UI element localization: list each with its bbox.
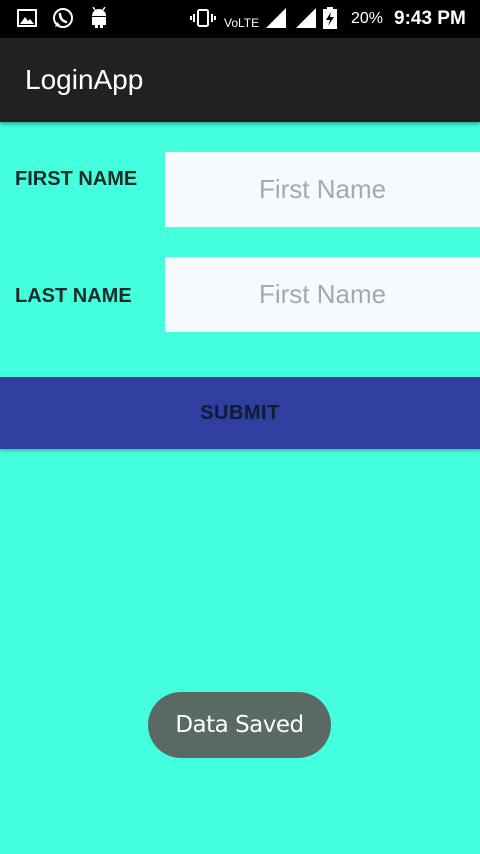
last-name-label: LAST NAME <box>15 285 132 307</box>
clock: 9:43 PM <box>394 8 466 29</box>
gallery-icon <box>16 7 38 29</box>
battery-charging-icon <box>322 7 338 29</box>
android-icon <box>88 7 110 29</box>
first-name-label: FIRST NAME <box>15 168 138 190</box>
last-name-input[interactable] <box>165 257 480 332</box>
first-name-input[interactable] <box>165 152 480 227</box>
signal-icon <box>265 7 287 29</box>
app-title: LoginApp <box>25 64 144 95</box>
network-type: VoLTE <box>224 16 260 30</box>
submit-button[interactable]: SUBMIT <box>0 377 480 449</box>
toast-message: Data Saved <box>175 712 304 738</box>
signal-icon <box>295 7 317 29</box>
whatsapp-icon <box>52 7 74 29</box>
toast: Data Saved <box>148 692 331 758</box>
battery-percentage: 20% <box>351 10 384 27</box>
vibrate-icon <box>190 7 216 29</box>
status-bar: VoLTE 20% 9:43 PM <box>0 0 480 38</box>
app-bar: LoginApp <box>0 38 480 122</box>
